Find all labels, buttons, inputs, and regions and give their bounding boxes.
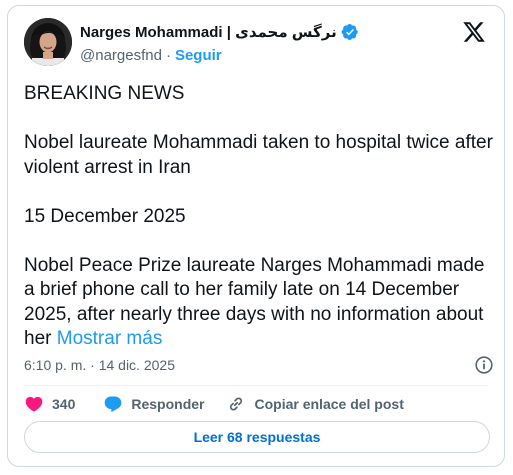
post-meta-row: 6:10 p. m. · 14 dic. 2025	[24, 355, 494, 375]
author-name-row: Narges Mohammadi | نرگس محمدی	[80, 21, 359, 43]
separator-dot: ·	[165, 46, 171, 64]
link-icon	[230, 397, 243, 411]
embedded-post-card: Narges Mohammadi | نرگس محمدی @nargesfnd…	[7, 5, 505, 467]
verified-badge-icon	[341, 23, 359, 41]
post-text-line: Nobel laureate Mohammadi taken to hospit…	[24, 132, 493, 178]
copy-link-label: Copiar enlace del post	[254, 396, 404, 412]
like-count: 340	[52, 396, 76, 412]
divider	[24, 385, 488, 386]
info-icon[interactable]	[474, 355, 494, 375]
author-avatar[interactable]	[24, 18, 72, 66]
heart-icon	[25, 396, 43, 412]
author-display-name[interactable]: Narges Mohammadi | نرگس محمدی	[80, 23, 337, 41]
post-timestamp[interactable]: 6:10 p. m. · 14 dic. 2025	[24, 357, 175, 373]
post-text-line: 15 December 2025	[24, 205, 186, 227]
reply-bubble-icon	[105, 396, 122, 413]
follow-button[interactable]: Seguir	[175, 47, 222, 64]
post-text-line: BREAKING NEWS	[24, 83, 185, 104]
copy-link-button[interactable]: Copiar enlace del post	[226, 394, 404, 414]
post-text: BREAKING NEWS Nobel laureate Mohammadi t…	[24, 82, 494, 352]
like-button[interactable]: 340	[24, 394, 75, 414]
x-logo-icon[interactable]	[462, 20, 486, 44]
author-handle-row: @nargesfnd · Seguir	[80, 45, 222, 65]
show-more-link[interactable]: Mostrar más	[57, 328, 163, 349]
reply-label: Responder	[131, 396, 205, 412]
profile-photo-image	[24, 18, 72, 66]
read-replies-button[interactable]: Leer 68 respuestas	[24, 421, 490, 453]
author-handle[interactable]: @nargesfnd	[80, 47, 162, 64]
post-actions-row: 340 Responder Copiar enlace del post	[24, 387, 494, 421]
post-text-paragraph: Nobel Peace Prize laureate Narges Mohamm…	[24, 254, 494, 352]
reply-button[interactable]: Responder	[103, 394, 204, 414]
